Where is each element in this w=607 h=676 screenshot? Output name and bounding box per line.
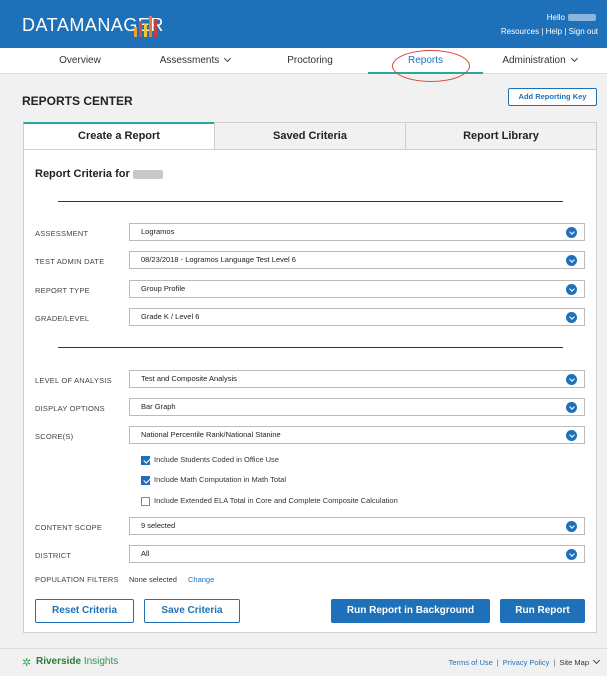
- highlight-circle: [392, 50, 470, 82]
- reset-criteria-button[interactable]: Reset Criteria: [35, 599, 134, 623]
- logo-bars-icon: [134, 16, 157, 37]
- checkbox-checked-icon[interactable]: [141, 455, 150, 465]
- privacy-policy-link[interactable]: Privacy Policy: [503, 658, 550, 667]
- report-type-label: REPORT TYPE: [35, 286, 90, 295]
- site-map-link[interactable]: Site Map: [559, 658, 589, 667]
- dropdown-arrow-icon: [566, 312, 577, 323]
- chevron-down-icon: [570, 54, 578, 63]
- tab-saved-criteria[interactable]: Saved Criteria: [214, 122, 406, 150]
- page-title: REPORTS CENTER: [22, 94, 133, 108]
- report-tabs: Create a Report Saved Criteria Report Li…: [23, 122, 597, 150]
- assessment-label: ASSESSMENT: [35, 229, 89, 238]
- divider: [58, 201, 563, 202]
- nav-administration[interactable]: Administration: [487, 48, 592, 74]
- user-greeting: Hello: [547, 13, 596, 22]
- dropdown-arrow-icon: [566, 402, 577, 413]
- run-report-background-button[interactable]: Run Report in Background: [331, 599, 490, 623]
- sign-out-link[interactable]: Sign out: [569, 27, 598, 36]
- checkbox-checked-icon[interactable]: [141, 475, 150, 485]
- display-options-select[interactable]: Bar Graph: [129, 398, 585, 416]
- tab-create-report[interactable]: Create a Report: [23, 122, 215, 150]
- content-scope-label: CONTENT SCOPE: [35, 523, 103, 532]
- chevron-down-icon: [224, 54, 232, 63]
- level-of-analysis-label: LEVEL OF ANALYSIS: [35, 376, 112, 385]
- help-link[interactable]: Help: [546, 27, 562, 36]
- checkbox-extended-ela[interactable]: Include Extended ELA Total in Core and C…: [141, 496, 398, 506]
- main-nav: Overview Assessments Proctoring Reports …: [0, 48, 607, 74]
- chevron-down-icon: [592, 656, 601, 665]
- district-select[interactable]: All: [129, 545, 585, 563]
- level-of-analysis-select[interactable]: Test and Composite Analysis: [129, 370, 585, 388]
- nav-assessments[interactable]: Assessments: [140, 48, 250, 74]
- population-filters-change-link[interactable]: Change: [188, 575, 214, 584]
- population-filters-label: POPULATION FILTERS: [35, 575, 119, 584]
- dropdown-arrow-icon: [566, 521, 577, 532]
- population-filters-value: None selected: [129, 575, 177, 584]
- nav-overview[interactable]: Overview: [30, 48, 130, 74]
- dropdown-arrow-icon: [566, 227, 577, 238]
- report-type-select[interactable]: Group Profile: [129, 280, 585, 298]
- top-bar: DATAMANAGER Hello Resources | Help | Sig…: [0, 0, 607, 48]
- tab-report-library[interactable]: Report Library: [405, 122, 597, 150]
- checkbox-office-use[interactable]: Include Students Coded in Office Use: [141, 455, 279, 465]
- test-admin-date-select[interactable]: 08/23/2018 - Logramos Language Test Leve…: [129, 251, 585, 269]
- content-scope-select[interactable]: 9 selected: [129, 517, 585, 535]
- dropdown-arrow-icon: [566, 374, 577, 385]
- add-reporting-key-button[interactable]: Add Reporting Key: [508, 88, 597, 106]
- dropdown-arrow-icon: [566, 284, 577, 295]
- footer-links: Terms of Use | Privacy Policy | Site Map: [449, 656, 601, 667]
- dropdown-arrow-icon: [566, 255, 577, 266]
- scores-label: SCORE(S): [35, 432, 74, 441]
- top-links: Resources | Help | Sign out: [500, 27, 598, 36]
- display-options-label: DISPLAY OPTIONS: [35, 404, 105, 413]
- grade-level-select[interactable]: Grade K / Level 6: [129, 308, 585, 326]
- run-report-button[interactable]: Run Report: [500, 599, 585, 623]
- grade-level-label: GRADE/LEVEL: [35, 314, 90, 323]
- terms-of-use-link[interactable]: Terms of Use: [449, 658, 493, 667]
- test-admin-date-label: TEST ADMIN DATE: [35, 257, 105, 266]
- checkbox-unchecked-icon[interactable]: [141, 496, 150, 506]
- checkbox-math-computation[interactable]: Include Math Computation in Math Total: [141, 475, 286, 485]
- criteria-title: Report Criteria for: [35, 168, 163, 180]
- resources-link[interactable]: Resources: [501, 27, 539, 36]
- nav-proctoring[interactable]: Proctoring: [260, 48, 360, 74]
- riverside-star-icon: ✲: [22, 657, 32, 669]
- dropdown-arrow-icon: [566, 430, 577, 441]
- redacted-username: [568, 14, 596, 22]
- riverside-insights-logo: Riverside Insights: [36, 656, 119, 667]
- district-label: DISTRICT: [35, 551, 72, 560]
- divider: [58, 347, 563, 348]
- scores-select[interactable]: National Percentile Rank/National Stanin…: [129, 426, 585, 444]
- redacted-org-name: [132, 169, 163, 179]
- assessment-select[interactable]: Logramos: [129, 223, 585, 241]
- dropdown-arrow-icon: [566, 549, 577, 560]
- save-criteria-button[interactable]: Save Criteria: [144, 599, 240, 623]
